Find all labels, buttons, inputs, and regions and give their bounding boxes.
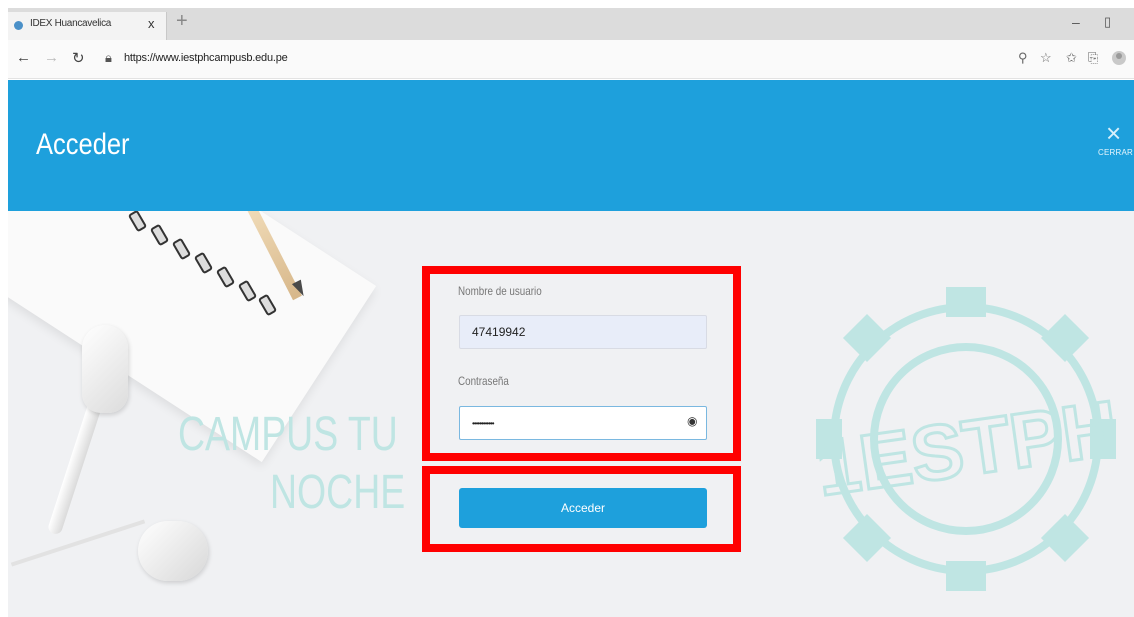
highlight-credentials-box [422,266,741,461]
browser-tab[interactable]: IDEX Huancavelica x [8,12,167,40]
forward-arrow-icon[interactable]: → [44,49,59,66]
back-arrow-icon[interactable]: ← [16,49,31,66]
browser-tab-bar: IDEX Huancavelica x + – ▯ [8,8,1134,40]
watermark-text-1: CAMPUS TU [178,408,398,461]
restore-button[interactable]: ▯ [1104,14,1111,30]
refresh-icon[interactable]: ↻ [72,49,85,67]
highlight-submit-box [422,466,741,552]
close-icon: × [1106,118,1122,148]
tab-title: IDEX Huancavelica [30,18,112,29]
tab-close-icon[interactable]: x [148,16,155,31]
url-field[interactable]: https://www.iestphcampusb.edu.pe [124,52,288,64]
close-label: CERRAR [1098,148,1133,157]
watermark-text-2: NOCHE [270,466,406,519]
svg-text:1ESTPH: 1ESTPH [816,383,1116,512]
favorites-list-icon[interactable]: ✩ [1066,50,1077,66]
favorite-star-icon[interactable]: ☆ [1040,50,1052,66]
minimize-button[interactable]: – [1072,14,1080,30]
notebook-spiral [127,211,278,359]
address-bar: ← → ↻ 🔒︎ https://www.iestphcampusb.edu.p… [8,40,1134,79]
favicon-icon [14,21,23,30]
share-icon[interactable]: ⎘ [1088,50,1098,66]
lock-icon: 🔒︎ [105,50,112,65]
page-header: Acceder × CERRAR [8,80,1134,211]
zoom-icon[interactable]: ⚲ [1018,50,1028,66]
earbud-stem [46,398,104,536]
earbud-image-2 [138,521,208,581]
profile-avatar-icon[interactable] [1112,51,1126,65]
close-button[interactable]: × CERRAR [1096,118,1134,164]
institution-seal-logo: 1ESTPH [816,287,1116,591]
earbud-cable [10,519,146,567]
earbud-image [82,325,128,413]
page-title: Acceder [36,128,130,161]
new-tab-button[interactable]: + [176,10,188,33]
